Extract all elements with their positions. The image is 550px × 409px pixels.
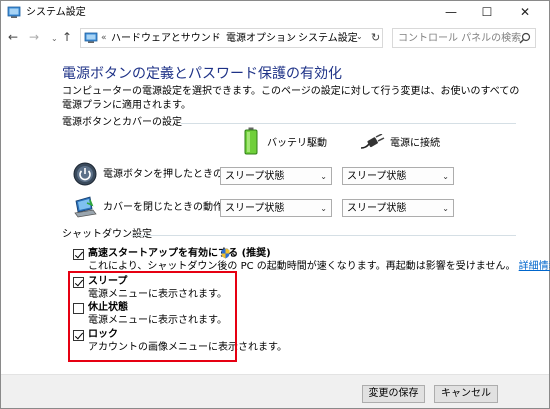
shield-icon bbox=[221, 248, 230, 259]
search-input[interactable]: コントロール パネルの検索 bbox=[398, 32, 521, 45]
title-bar: システム設定 — ☐ ✕ bbox=[1, 1, 549, 25]
navigation-bar: ← → ⌄ ↑ « ハードウェアとサウンド › 電源オプション › システム設定… bbox=[1, 27, 549, 49]
address-bar[interactable]: « ハードウェアとサウンド › 電源オプション › システム設定 ⌄ ↻ bbox=[80, 28, 383, 48]
minimize-button[interactable]: — bbox=[433, 1, 469, 23]
highlight-box bbox=[68, 271, 237, 362]
page-title: 電源ボタンの定義とパスワード保護の有効化 bbox=[62, 66, 342, 82]
chevron-down-icon: ⌄ bbox=[442, 172, 449, 181]
plug-icon bbox=[360, 134, 385, 149]
breadcrumb-hardware-sound[interactable]: ハードウェアとサウンド bbox=[111, 32, 221, 45]
breadcrumb-system-settings[interactable]: システム設定 bbox=[298, 32, 358, 45]
back-button[interactable]: ← bbox=[8, 29, 18, 45]
breadcrumb-separator[interactable]: › bbox=[288, 32, 292, 45]
fast-startup-checkbox[interactable] bbox=[73, 249, 84, 260]
lid-close-action-label: カバーを閉じたときの動作: bbox=[103, 202, 227, 213]
section-divider bbox=[181, 123, 516, 124]
laptop-lid-icon bbox=[74, 196, 97, 218]
page-description: コンピューターの電源設定を選択できます。このページの設定に対して行う変更は、お使… bbox=[62, 86, 520, 111]
footer-bar: 変更の保存 キャンセル bbox=[1, 374, 549, 408]
up-button[interactable]: ↑ bbox=[62, 29, 72, 45]
section-divider bbox=[131, 235, 516, 236]
search-icon[interactable] bbox=[519, 32, 531, 44]
power-button-plugged-select[interactable]: スリープ状態 ⌄ bbox=[342, 167, 454, 185]
battery-column-header: バッテリ駆動 bbox=[267, 138, 327, 149]
power-button-battery-select[interactable]: スリープ状態 ⌄ bbox=[220, 167, 332, 185]
breadcrumb-overflow[interactable]: « bbox=[101, 32, 107, 45]
chevron-down-icon: ⌄ bbox=[320, 172, 327, 181]
battery-icon bbox=[244, 127, 258, 155]
maximize-button[interactable]: ☐ bbox=[469, 1, 505, 23]
select-value: スリープ状態 bbox=[347, 171, 407, 182]
fast-startup-label: 高速スタートアップを有効にする (推奨) bbox=[88, 248, 271, 259]
control-panel-icon bbox=[7, 6, 21, 18]
lid-close-plugged-select[interactable]: スリープ状態 ⌄ bbox=[342, 199, 454, 217]
select-value: スリープ状態 bbox=[225, 171, 285, 182]
save-changes-button[interactable]: 変更の保存 bbox=[362, 385, 425, 403]
power-button-icon bbox=[73, 162, 97, 186]
chevron-down-icon: ⌄ bbox=[442, 204, 449, 213]
refresh-icon[interactable]: ↻ bbox=[371, 31, 380, 44]
more-info-link[interactable]: 詳細情報 bbox=[519, 261, 550, 272]
system-settings-window: システム設定 — ☐ ✕ ← → ⌄ ↑ « ハードウェアとサウンド › 電源オ… bbox=[0, 0, 550, 409]
address-dropdown-icon[interactable]: ⌄ bbox=[356, 32, 363, 41]
forward-button[interactable]: → bbox=[29, 29, 39, 45]
select-value: スリープ状態 bbox=[347, 203, 407, 214]
breadcrumb-separator[interactable]: › bbox=[216, 32, 220, 45]
search-box[interactable]: コントロール パネルの検索 bbox=[392, 28, 536, 48]
cancel-button[interactable]: キャンセル bbox=[434, 385, 498, 403]
breadcrumb-power-options[interactable]: 電源オプション bbox=[226, 32, 296, 45]
lid-close-battery-select[interactable]: スリープ状態 ⌄ bbox=[220, 199, 332, 217]
recent-locations-button[interactable]: ⌄ bbox=[51, 31, 58, 47]
plugged-in-column-header: 電源に接続 bbox=[390, 138, 440, 149]
control-panel-icon bbox=[84, 32, 98, 43]
close-button[interactable]: ✕ bbox=[507, 1, 543, 23]
select-value: スリープ状態 bbox=[225, 203, 285, 214]
window-title: システム設定 bbox=[26, 7, 86, 18]
power-section-heading: 電源ボタンとカバーの設定 bbox=[62, 117, 182, 128]
chevron-down-icon: ⌄ bbox=[320, 204, 327, 213]
